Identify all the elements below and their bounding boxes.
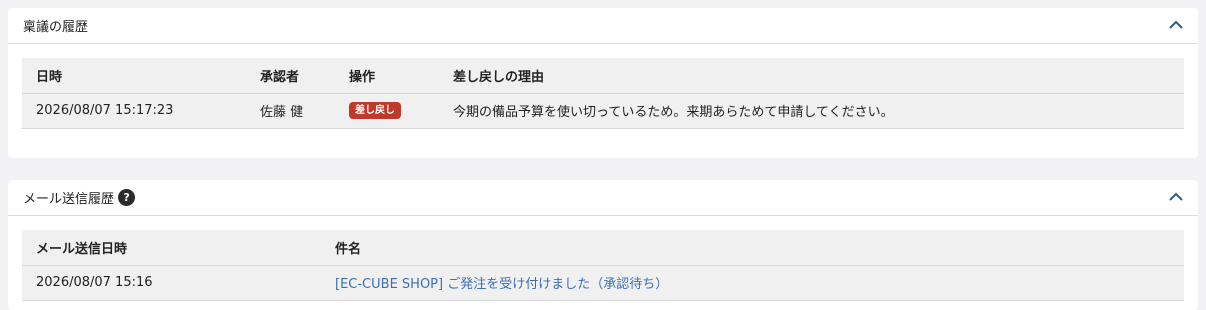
column-header-datetime: 日時 (22, 58, 246, 94)
column-header-subject: 件名 (321, 230, 1184, 266)
mail-history-card: メール送信履歴 ? メール送信日時 件名 2026/08/07 15:16 [E… (8, 180, 1198, 310)
reject-reason: 今期の備品予算を使い切っているため。来期あらためて申請してください。 (439, 93, 1184, 129)
help-icon[interactable]: ? (118, 189, 136, 206)
approval-history-header[interactable]: 稟議の履歴 (8, 8, 1198, 44)
mail-history-header[interactable]: メール送信履歴 ? (8, 180, 1198, 216)
column-header-action: 操作 (335, 58, 439, 94)
chevron-up-icon[interactable] (1168, 17, 1184, 33)
column-header-mail-datetime: メール送信日時 (22, 230, 321, 266)
approval-history-card: 稟議の履歴 日時 承認者 操作 差し戻しの理由 2026/08/07 15:17… (8, 8, 1198, 158)
status-badge: 差し戻し (349, 102, 401, 119)
action-cell: 差し戻し (335, 93, 439, 129)
column-header-approver: 承認者 (246, 58, 335, 94)
mail-subject-cell: [EC-CUBE SHOP] ご発注を受け付けました（承認待ち） (321, 265, 1184, 301)
column-header-reason: 差し戻しの理由 (439, 58, 1184, 94)
approver-name: 佐藤 健 (246, 93, 335, 129)
mail-history-table: メール送信日時 件名 2026/08/07 15:16 [EC-CUBE SHO… (22, 230, 1184, 301)
approval-history-table: 日時 承認者 操作 差し戻しの理由 2026/08/07 15:17:23 佐藤… (22, 58, 1184, 129)
approval-datetime: 2026/08/07 15:17:23 (22, 93, 246, 129)
mail-subject-link[interactable]: [EC-CUBE SHOP] ご発注を受け付けました（承認待ち） (335, 277, 668, 292)
chevron-up-icon[interactable] (1168, 189, 1184, 205)
mail-datetime: 2026/08/07 15:16 (22, 265, 321, 301)
approval-history-title: 稟議の履歴 (23, 20, 89, 35)
mail-history-title: メール送信履歴 (23, 192, 115, 207)
table-header-row: メール送信日時 件名 (22, 230, 1184, 266)
table-row: 2026/08/07 15:16 [EC-CUBE SHOP] ご発注を受け付け… (22, 265, 1184, 301)
table-header-row: 日時 承認者 操作 差し戻しの理由 (22, 58, 1184, 94)
table-row: 2026/08/07 15:17:23 佐藤 健 差し戻し 今期の備品予算を使い… (22, 93, 1184, 129)
